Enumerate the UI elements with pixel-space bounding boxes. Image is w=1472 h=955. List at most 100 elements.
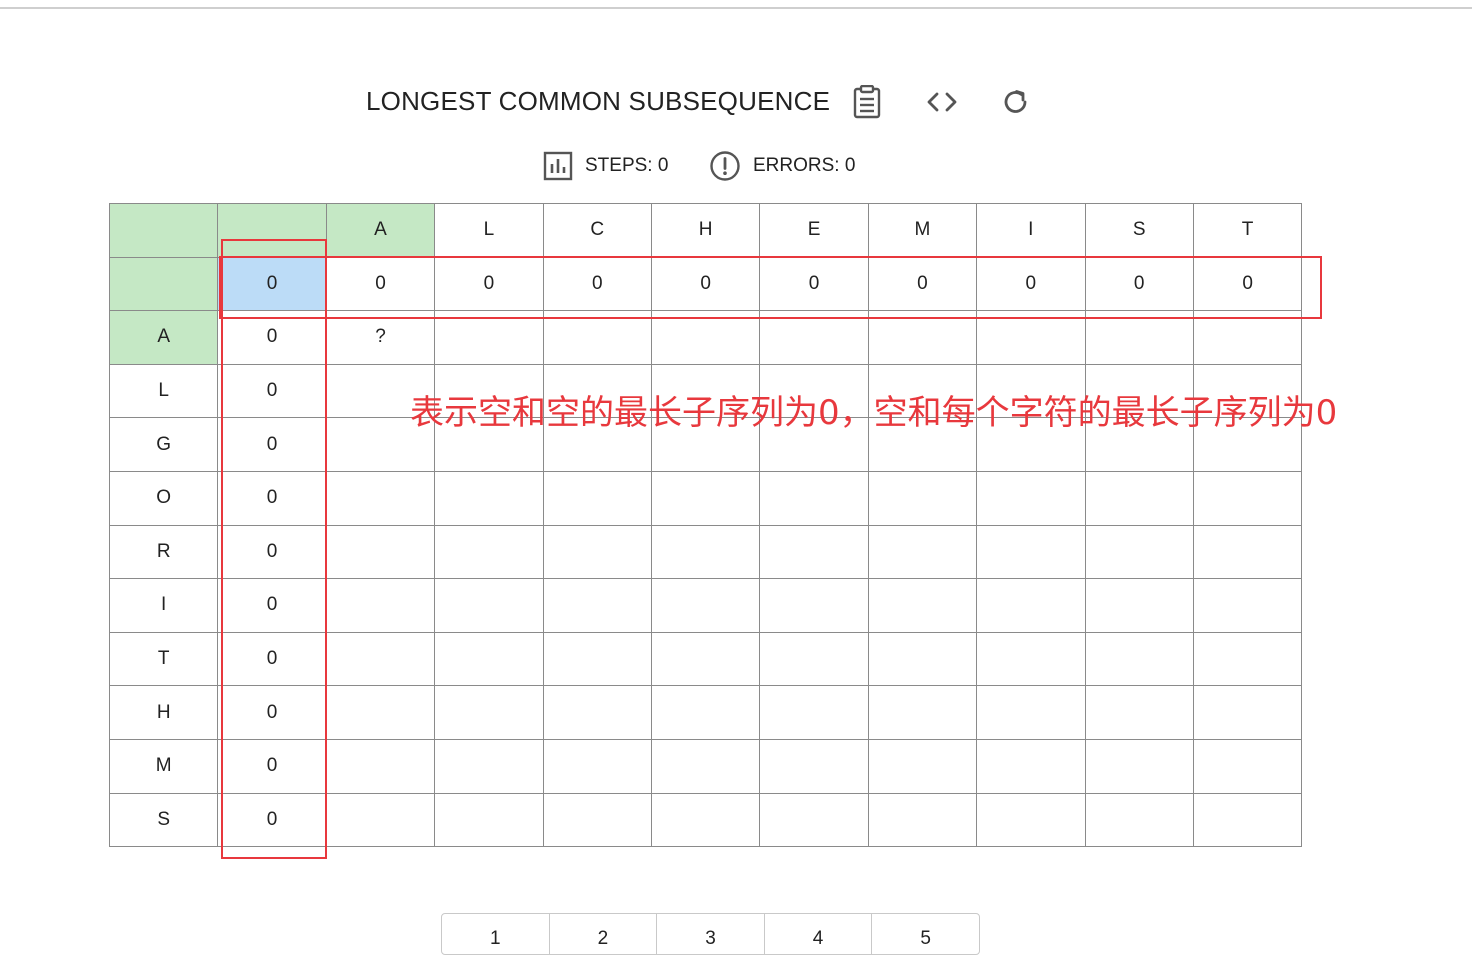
table-cell[interactable]: 0: [217, 524, 327, 580]
table-cell[interactable]: 0: [217, 578, 327, 633]
table-cell[interactable]: [976, 524, 1086, 580]
table-cell[interactable]: [759, 470, 869, 526]
table-cell[interactable]: 0: [542, 256, 652, 312]
table-cell[interactable]: [650, 524, 761, 580]
table-cell[interactable]: 0: [325, 256, 436, 312]
table-cell[interactable]: [976, 470, 1086, 526]
table-cell[interactable]: 0: [1192, 256, 1303, 312]
table-cell[interactable]: [434, 524, 544, 580]
table-cell[interactable]: [542, 792, 652, 848]
table-cell[interactable]: [1084, 631, 1194, 687]
table-cell[interactable]: 0: [217, 470, 327, 526]
table-cell[interactable]: [650, 685, 761, 740]
table-cell[interactable]: [759, 310, 869, 365]
table-cell[interactable]: [1084, 738, 1194, 794]
table-cell[interactable]: [434, 738, 544, 794]
table-cell[interactable]: 0: [217, 256, 327, 312]
table-cell[interactable]: [434, 310, 544, 365]
table-cell[interactable]: [1192, 685, 1303, 740]
table-cell[interactable]: [759, 738, 869, 794]
table-cell[interactable]: 0: [1084, 256, 1194, 312]
table-cell[interactable]: [976, 578, 1086, 633]
table-cell[interactable]: 0: [217, 631, 327, 687]
table-cell[interactable]: [759, 792, 869, 848]
table-cell[interactable]: [542, 578, 652, 633]
table-cell[interactable]: [542, 685, 652, 740]
table-cell[interactable]: [1084, 578, 1194, 633]
table-cell[interactable]: 0: [217, 310, 327, 365]
page-button-2[interactable]: 2: [550, 914, 658, 954]
table-cell[interactable]: [1192, 792, 1303, 848]
table-cell[interactable]: 0: [217, 738, 327, 794]
table-cell[interactable]: [325, 738, 436, 794]
table-cell[interactable]: [759, 578, 869, 633]
table-cell[interactable]: 0: [650, 256, 761, 312]
table-cell[interactable]: [867, 470, 978, 526]
table-cell[interactable]: [434, 792, 544, 848]
table-cell[interactable]: [325, 792, 436, 848]
table-cell[interactable]: [542, 310, 652, 365]
table-cell[interactable]: [1084, 310, 1194, 365]
table-cell[interactable]: [1192, 738, 1303, 794]
table-cell[interactable]: 0: [217, 417, 327, 472]
table-cell[interactable]: [759, 685, 869, 740]
table-cell[interactable]: [867, 524, 978, 580]
table-cell[interactable]: [976, 631, 1086, 687]
table-cell[interactable]: 0: [217, 363, 327, 419]
table-cell[interactable]: [325, 631, 436, 687]
table-cell[interactable]: [434, 631, 544, 687]
table-cell[interactable]: [976, 738, 1086, 794]
table-cell[interactable]: [434, 685, 544, 740]
table-cell[interactable]: [542, 470, 652, 526]
page-button-5[interactable]: 5: [872, 914, 979, 954]
table-cell[interactable]: [1084, 685, 1194, 740]
table-cell[interactable]: [325, 685, 436, 740]
table-cell[interactable]: [434, 578, 544, 633]
table-cell[interactable]: [759, 631, 869, 687]
table-cell[interactable]: [1192, 524, 1303, 580]
table-cell[interactable]: [976, 310, 1086, 365]
current-cell[interactable]: ?: [325, 310, 436, 365]
code-icon[interactable]: [924, 82, 960, 122]
table-cell[interactable]: [650, 631, 761, 687]
table-cell[interactable]: [542, 631, 652, 687]
table-cell[interactable]: [867, 685, 978, 740]
table-cell[interactable]: [542, 524, 652, 580]
table-cell[interactable]: 0: [217, 685, 327, 740]
page-button-4[interactable]: 4: [765, 914, 873, 954]
table-cell[interactable]: [650, 578, 761, 633]
table-cell[interactable]: [867, 738, 978, 794]
table-cell[interactable]: [1192, 310, 1303, 365]
refresh-icon[interactable]: [998, 82, 1034, 122]
table-cell[interactable]: [325, 524, 436, 580]
table-cell[interactable]: 0: [867, 256, 978, 312]
table-cell[interactable]: [867, 792, 978, 848]
table-cell[interactable]: [325, 578, 436, 633]
table-cell[interactable]: 0: [976, 256, 1086, 312]
table-cell[interactable]: [650, 470, 761, 526]
table-cell[interactable]: [1192, 631, 1303, 687]
page-button-1[interactable]: 1: [442, 914, 550, 954]
table-cell[interactable]: [1084, 470, 1194, 526]
table-cell[interactable]: 0: [759, 256, 869, 312]
table-cell[interactable]: [976, 792, 1086, 848]
table-cell[interactable]: [759, 524, 869, 580]
table-cell[interactable]: [1192, 578, 1303, 633]
table-cell[interactable]: [325, 470, 436, 526]
table-cell[interactable]: [1084, 792, 1194, 848]
table-cell[interactable]: 0: [434, 256, 544, 312]
table-cell[interactable]: [542, 738, 652, 794]
page-button-3[interactable]: 3: [657, 914, 765, 954]
table-cell[interactable]: [434, 470, 544, 526]
table-cell[interactable]: 0: [217, 792, 327, 848]
table-cell[interactable]: [1084, 524, 1194, 580]
clipboard-icon[interactable]: [849, 82, 885, 122]
table-cell[interactable]: [976, 685, 1086, 740]
table-cell[interactable]: [650, 310, 761, 365]
table-cell[interactable]: [650, 792, 761, 848]
table-cell[interactable]: [867, 578, 978, 633]
table-cell[interactable]: [1192, 470, 1303, 526]
table-cell[interactable]: [650, 738, 761, 794]
table-cell[interactable]: [867, 310, 978, 365]
table-cell[interactable]: [867, 631, 978, 687]
